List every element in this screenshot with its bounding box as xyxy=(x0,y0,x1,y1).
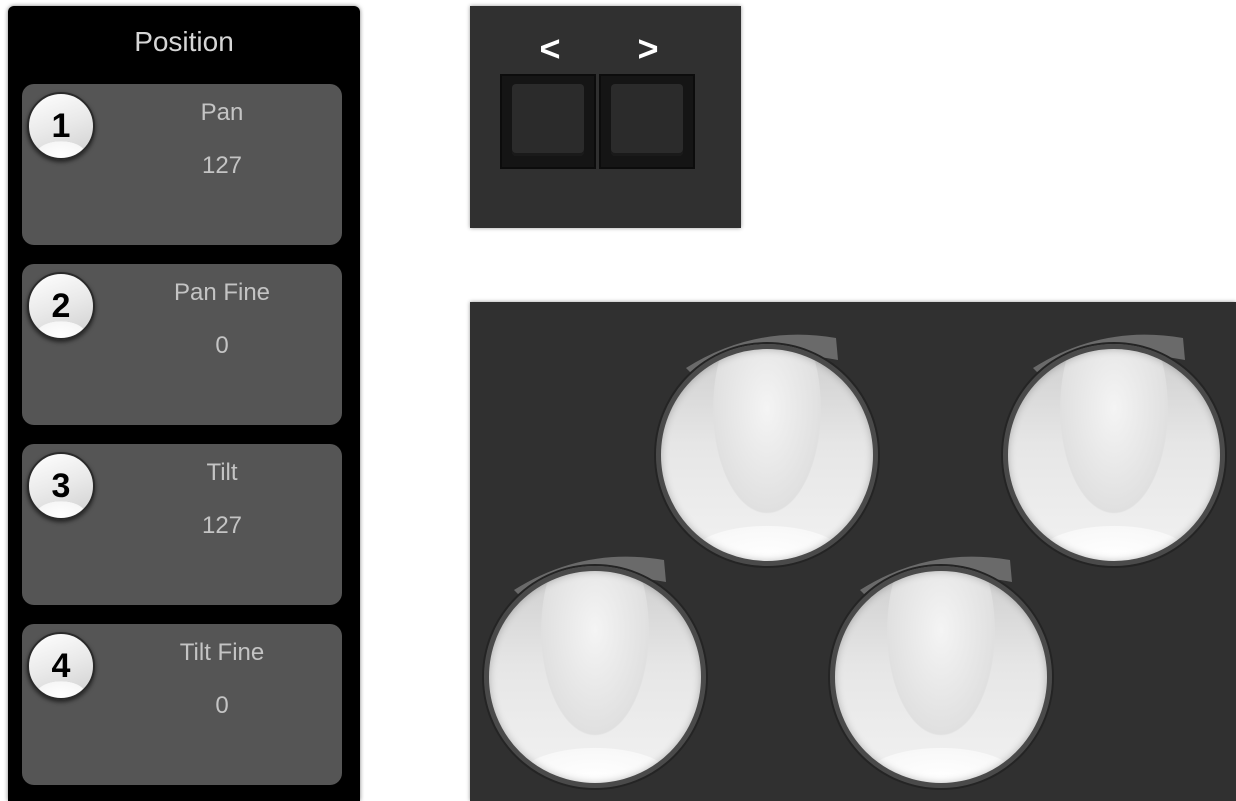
position-panel: Position 1 Pan 127 2 Pan Fine 0 3 Tilt 1… xyxy=(8,6,360,801)
encoder-knob-4[interactable] xyxy=(1003,334,1225,566)
encoder-knob-2[interactable] xyxy=(656,334,878,566)
next-page-label: > xyxy=(637,28,659,69)
knob-icon xyxy=(830,566,1052,788)
encoder-param-name: Tilt Fine xyxy=(179,639,265,666)
encoder-number-badge: 1 xyxy=(27,92,95,160)
encoder-number-badge: 2 xyxy=(27,272,95,340)
prev-page-label: < xyxy=(539,28,561,69)
page-nav-box: < > xyxy=(470,6,741,228)
encoder-card-pan-fine[interactable]: 2 Pan Fine 0 xyxy=(22,264,342,425)
knob-icon xyxy=(1003,344,1225,566)
encoder-number-badge: 4 xyxy=(27,632,95,700)
encoder-param-name: Pan Fine xyxy=(173,279,271,306)
button-cap xyxy=(512,84,584,156)
encoder-param-value: 127 xyxy=(201,512,243,539)
encoder-knob-3[interactable] xyxy=(830,556,1052,788)
encoder-knob-1[interactable] xyxy=(484,556,706,788)
next-page-button[interactable] xyxy=(599,74,695,169)
knob-icon xyxy=(656,344,878,566)
encoder-card-pan[interactable]: 1 Pan 127 xyxy=(22,84,342,245)
encoder-card-tilt-fine[interactable]: 4 Tilt Fine 0 xyxy=(22,624,342,785)
knob-icon xyxy=(484,566,706,788)
encoder-control-screen: Position 1 Pan 127 2 Pan Fine 0 3 Tilt 1… xyxy=(0,0,1236,801)
prev-page-button[interactable] xyxy=(500,74,596,169)
encoder-param-name: Pan xyxy=(200,99,244,126)
encoder-param-value: 0 xyxy=(215,332,229,359)
encoder-param-value: 127 xyxy=(201,152,243,179)
button-cap xyxy=(611,84,683,156)
encoder-number-badge: 3 xyxy=(27,452,95,520)
panel-title: Position xyxy=(134,26,234,57)
encoder-param-value: 0 xyxy=(215,692,229,719)
encoder-card-tilt[interactable]: 3 Tilt 127 xyxy=(22,444,342,605)
encoder-param-name: Tilt xyxy=(206,459,238,486)
encoder-knob-box xyxy=(470,302,1236,801)
